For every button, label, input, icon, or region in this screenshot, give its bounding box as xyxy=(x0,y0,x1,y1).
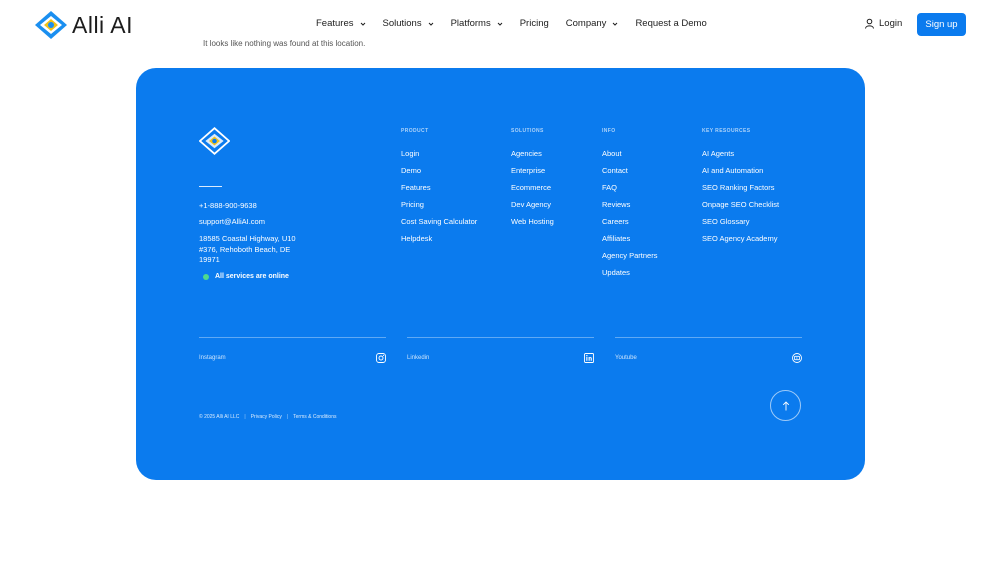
separator: | xyxy=(244,414,246,420)
address: 18585 Coastal Highway, U10 #376, Rehobot… xyxy=(199,234,296,264)
footer-link[interactable]: Cost Saving Calculator xyxy=(401,217,477,226)
footer-link[interactable]: AI and Automation xyxy=(702,166,792,175)
footer-column-info: INFO About Contact FAQ Reviews Careers A… xyxy=(602,128,657,285)
copyright: © 2025 Alli AI LLC xyxy=(199,414,240,420)
nav-solutions-label: Solutions xyxy=(382,18,422,29)
social-youtube[interactable]: Youtube xyxy=(615,337,802,367)
footer-link[interactable]: Helpdesk xyxy=(401,234,477,243)
nav-solutions[interactable]: Solutions xyxy=(383,18,434,29)
phone-link[interactable]: +1-888-900-9638 xyxy=(199,201,257,212)
footer-link[interactable]: Enterprise xyxy=(511,166,554,175)
footer-link[interactable]: Affiliates xyxy=(602,234,657,243)
column-heading: KEY RESOURCES xyxy=(702,128,751,134)
footer-link[interactable]: Dev Agency xyxy=(511,200,554,209)
youtube-icon xyxy=(792,353,802,363)
column-heading: INFO xyxy=(602,128,616,134)
site-header: Alli AI Features Solutions Platforms Pri… xyxy=(0,0,1000,50)
nav-features-label: Features xyxy=(316,18,354,29)
footer-link[interactable]: SEO Ranking Factors xyxy=(702,183,792,192)
divider-line xyxy=(199,186,222,187)
footer-link[interactable]: Features xyxy=(401,183,477,192)
social-label: Instagram xyxy=(199,355,226,361)
legal-bar: © 2025 Alli AI LLC | Privacy Policy | Te… xyxy=(199,414,337,420)
nav-features[interactable]: Features xyxy=(316,18,366,29)
login-label: Login xyxy=(879,18,903,29)
social-linkedin[interactable]: Linkedin xyxy=(407,337,594,367)
footer-link[interactable]: Updates xyxy=(602,268,657,277)
footer-link[interactable]: Onpage SEO Checklist xyxy=(702,200,792,209)
nav-request-demo[interactable]: Request a Demo xyxy=(635,18,706,29)
logo-mark-icon xyxy=(35,11,67,39)
email-link[interactable]: support@AlliAI.com xyxy=(199,217,265,228)
footer-link[interactable]: Agencies xyxy=(511,149,554,158)
nav-platforms[interactable]: Platforms xyxy=(451,18,503,29)
page: Alli AI Features Solutions Platforms Pri… xyxy=(0,0,1000,563)
footer-link[interactable]: Careers xyxy=(602,217,657,226)
footer-column-product: PRODUCT Login Demo Features Pricing Cost… xyxy=(401,128,477,251)
footer-link[interactable]: SEO Agency Academy xyxy=(702,234,792,243)
nav-request-demo-label: Request a Demo xyxy=(635,18,707,29)
chevron-down-icon xyxy=(360,22,365,26)
arrow-up-icon xyxy=(782,400,789,410)
nav-platforms-label: Platforms xyxy=(450,18,491,29)
service-status[interactable]: All services are online xyxy=(203,273,289,280)
footer-link[interactable]: Contact xyxy=(602,166,657,175)
footer-card: +1-888-900-9638 support@AlliAI.com 18585… xyxy=(136,68,865,480)
instagram-icon xyxy=(376,353,386,363)
footer-column-key-resources: KEY RESOURCES AI Agents AI and Automatio… xyxy=(702,128,792,251)
signup-button[interactable]: Sign up xyxy=(917,13,966,36)
main-nav: Features Solutions Platforms Pricing Com… xyxy=(316,18,724,29)
footer-link[interactable]: FAQ xyxy=(602,183,657,192)
footer-column-solutions: SOLUTIONS Agencies Enterprise Ecommerce … xyxy=(511,128,554,234)
user-icon xyxy=(865,18,874,29)
login-link[interactable]: Login xyxy=(864,18,902,29)
column-heading: PRODUCT xyxy=(401,128,429,134)
footer-link[interactable]: Pricing xyxy=(401,200,477,209)
footer-link[interactable]: Agency Partners xyxy=(602,251,657,260)
logo[interactable]: Alli AI xyxy=(34,10,133,40)
not-found-message: It looks like nothing was found at this … xyxy=(203,40,366,48)
privacy-policy-link[interactable]: Privacy Policy xyxy=(251,414,282,420)
footer-link[interactable]: Ecommerce xyxy=(511,183,554,192)
nav-company[interactable]: Company xyxy=(566,18,619,29)
separator: | xyxy=(286,414,289,420)
footer-link[interactable]: Demo xyxy=(401,166,477,175)
footer-link[interactable]: SEO Glossary xyxy=(702,217,792,226)
footer-link[interactable]: About xyxy=(602,149,657,158)
nav-pricing[interactable]: Pricing xyxy=(520,18,549,29)
status-text: All services are online xyxy=(215,273,289,280)
social-label: Youtube xyxy=(615,355,637,361)
back-to-top-button[interactable] xyxy=(770,390,801,421)
footer-link[interactable]: Login xyxy=(401,149,477,158)
nav-company-label: Company xyxy=(565,18,607,29)
footer-logo-icon[interactable] xyxy=(199,127,230,155)
status-dot-icon xyxy=(203,273,209,280)
column-heading: SOLUTIONS xyxy=(511,128,544,134)
social-label: Linkedin xyxy=(407,355,430,361)
footer-link[interactable]: Web Hosting xyxy=(511,217,554,226)
social-instagram[interactable]: Instagram xyxy=(199,337,386,367)
logo-wordmark: Alli AI xyxy=(72,11,134,38)
footer-link[interactable]: Reviews xyxy=(602,200,657,209)
terms-link[interactable]: Terms & Conditions xyxy=(293,414,336,420)
chevron-down-icon xyxy=(428,22,433,26)
nav-pricing-label: Pricing xyxy=(519,18,549,29)
chevron-down-icon xyxy=(613,22,618,26)
footer-link[interactable]: AI Agents xyxy=(702,149,792,158)
linkedin-icon xyxy=(584,353,594,363)
chevron-down-icon xyxy=(497,22,503,26)
